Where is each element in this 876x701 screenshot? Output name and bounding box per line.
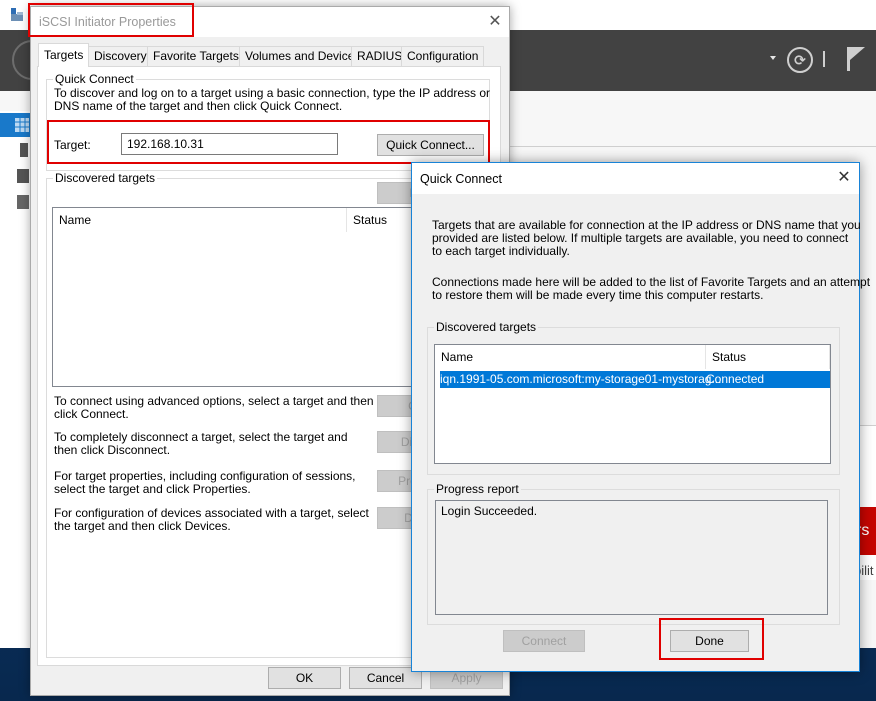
column-header-name[interactable]: Name — [53, 208, 347, 232]
target-status: Connected — [706, 372, 765, 386]
group-label: Progress report — [434, 482, 521, 496]
group-label: Quick Connect — [53, 72, 136, 86]
dashboard-icon — [15, 118, 29, 132]
properties-description: select the target and click Properties. — [54, 482, 251, 496]
caret-down-icon[interactable] — [770, 56, 776, 60]
all-servers-icon[interactable] — [17, 169, 29, 183]
column-header-status[interactable]: Status — [706, 345, 830, 369]
nav-item-dashboard[interactable] — [0, 113, 31, 137]
note-text: to restore them will be made every time … — [432, 288, 764, 302]
disconnect-description: then click Disconnect. — [54, 443, 171, 457]
file-storage-icon[interactable] — [17, 195, 29, 209]
tab-volumes-and-devices[interactable]: Volumes and Devices — [239, 46, 367, 66]
tab-discovery[interactable]: Discovery — [88, 46, 153, 66]
close-icon[interactable]: ✕ — [832, 167, 856, 189]
server-manager-icon — [11, 8, 23, 21]
progress-report-text: Login Succeeded. — [435, 500, 828, 615]
column-header-name[interactable]: Name — [435, 345, 706, 369]
notifications-flag-icon[interactable] — [846, 46, 866, 72]
tab-favorite-targets[interactable]: Favorite Targets — [147, 46, 245, 66]
close-icon[interactable]: ✕ — [483, 11, 507, 33]
dashboard-tile-text: bilit — [858, 563, 874, 578]
group-label: Discovered targets — [434, 320, 539, 334]
quick-connect-description: DNS name of the target and then click Qu… — [54, 99, 343, 113]
dashboard-panel — [858, 425, 876, 580]
tab-radius[interactable]: RADIUS — [351, 46, 409, 66]
toolbar-separator — [823, 51, 825, 67]
refresh-icon[interactable]: ⟳ — [787, 47, 813, 73]
target-name: iqn.1991-05.com.microsoft:my-storage01-m… — [440, 372, 722, 386]
title-highlight-box — [28, 3, 194, 37]
quick-connect-dialog: Quick Connect ✕ Targets that are availab… — [411, 162, 870, 672]
target-row[interactable]: iqn.1991-05.com.microsoft:my-storage01-m… — [440, 371, 830, 388]
dashboard-tile[interactable]: rs — [858, 507, 876, 555]
done-highlight-box — [659, 618, 764, 660]
target-highlight-box — [47, 120, 490, 164]
connect-description: click Connect. — [54, 407, 129, 421]
connect-button[interactable]: Connect — [503, 630, 585, 652]
tab-targets[interactable]: Targets — [38, 43, 90, 67]
discovered-targets-list[interactable]: Name Status iqn.1991-05.com.microsoft:my… — [434, 344, 831, 464]
tab-configuration[interactable]: Configuration — [401, 46, 485, 66]
intro-text: to each target individually. — [432, 244, 570, 258]
group-label: Discovered targets — [53, 171, 158, 185]
devices-description: the target and then click Devices. — [54, 519, 231, 533]
local-server-icon[interactable] — [20, 143, 28, 157]
ok-button[interactable]: OK — [268, 667, 341, 689]
server-manager-nav — [0, 111, 31, 648]
dialog-title: Quick Connect — [420, 172, 502, 186]
